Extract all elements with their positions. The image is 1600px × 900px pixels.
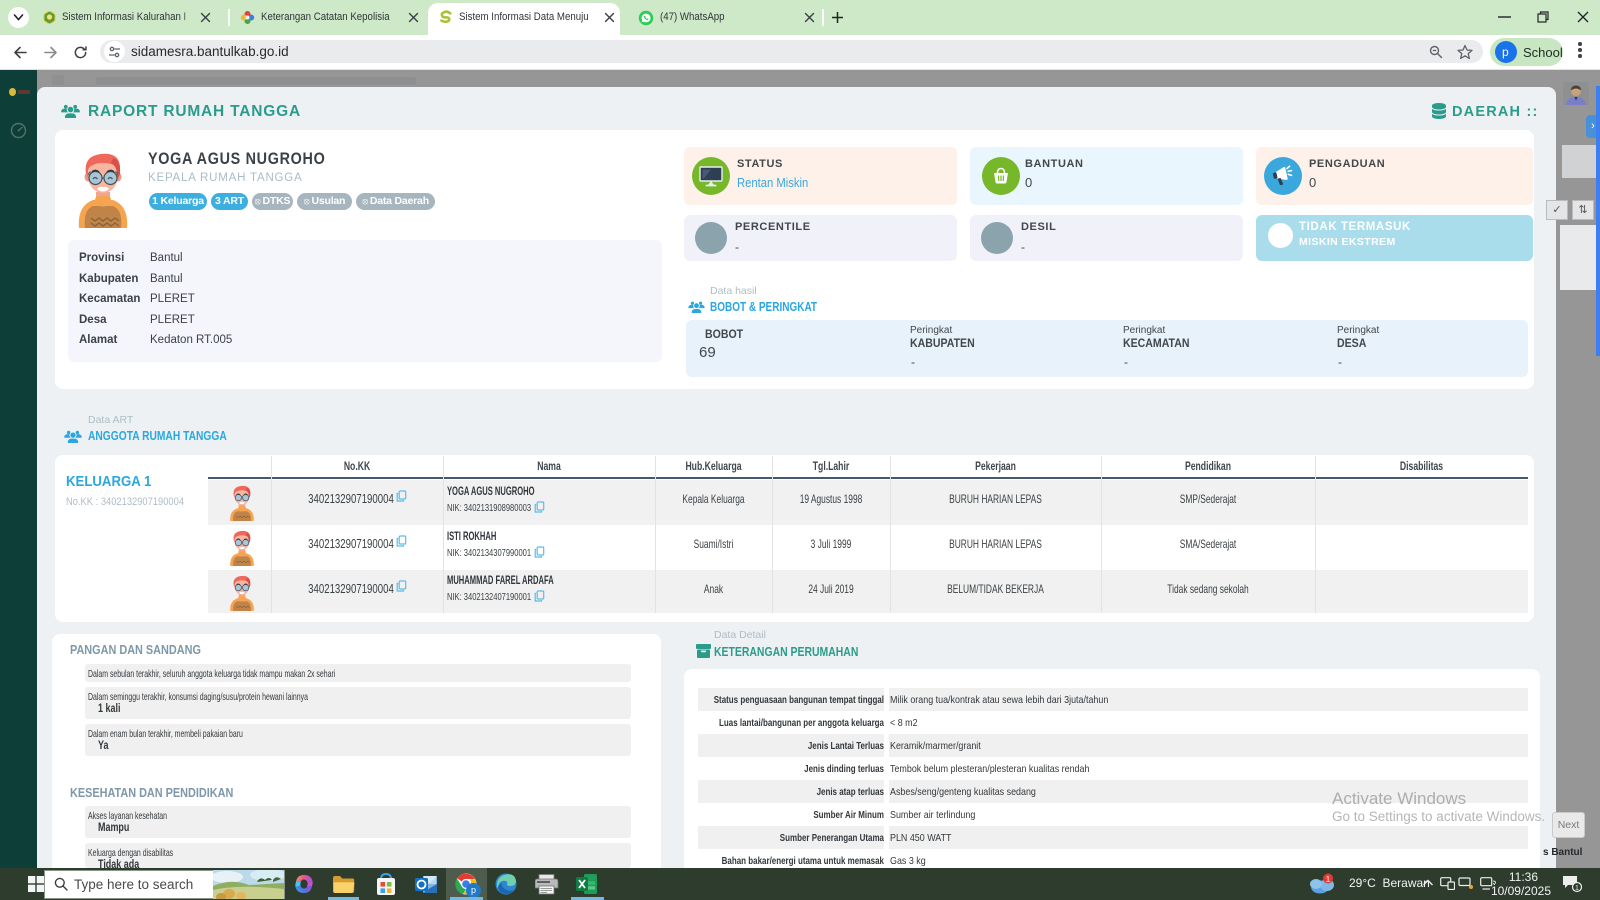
svg-text:1: 1	[1326, 875, 1331, 884]
svg-text:1: 1	[1575, 885, 1579, 892]
